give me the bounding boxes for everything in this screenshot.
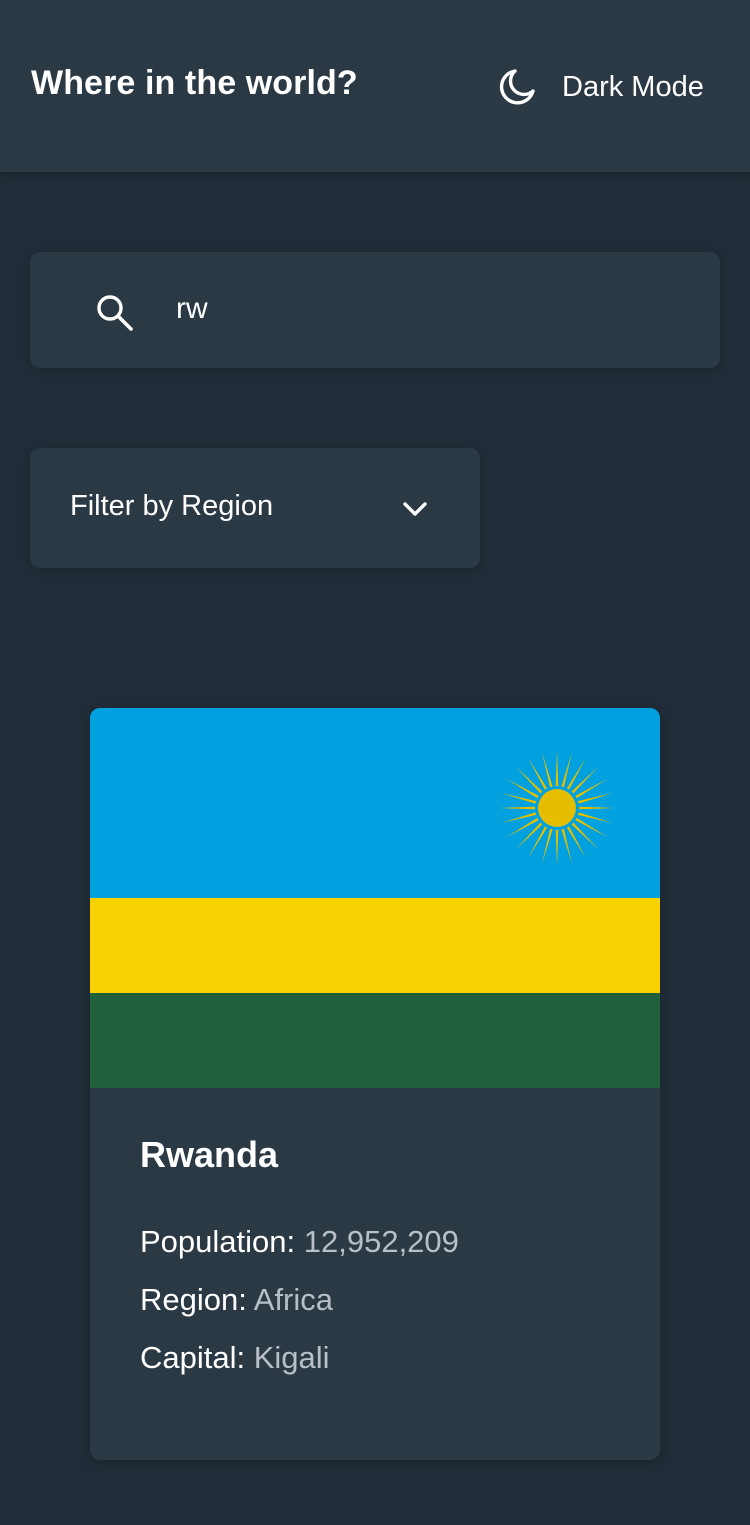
dark-mode-label: Dark Mode — [562, 70, 704, 103]
capital-value: Kigali — [253, 1340, 330, 1375]
region-value: Africa — [253, 1282, 334, 1317]
rwanda-flag — [90, 708, 660, 1088]
region-filter-dropdown[interactable]: Filter by Region — [30, 448, 480, 568]
capital-line: Capital: Kigali — [140, 1340, 330, 1376]
population-label: Population: — [140, 1224, 296, 1259]
dark-mode-toggle[interactable]: Dark Mode — [496, 62, 726, 112]
app-header: Where in the world? Dark Mode — [0, 0, 750, 172]
chevron-down-icon — [403, 502, 427, 516]
search-input[interactable] — [176, 284, 696, 334]
app-title: Where in the world? — [31, 64, 358, 102]
country-card[interactable]: Rwanda Population: 12,952,209 Region: Af… — [90, 708, 660, 1460]
region-label: Region: — [140, 1282, 247, 1317]
region-line: Region: Africa — [140, 1282, 333, 1318]
population-value: 12,952,209 — [303, 1224, 459, 1259]
app-root: Where in the world? Dark Mode Filter by … — [0, 0, 750, 1525]
population-line: Population: 12,952,209 — [140, 1224, 459, 1260]
capital-label: Capital: — [140, 1340, 246, 1375]
moon-icon — [499, 69, 535, 105]
region-filter-label: Filter by Region — [70, 490, 274, 522]
search-icon — [97, 295, 133, 331]
country-name: Rwanda — [140, 1134, 279, 1175]
